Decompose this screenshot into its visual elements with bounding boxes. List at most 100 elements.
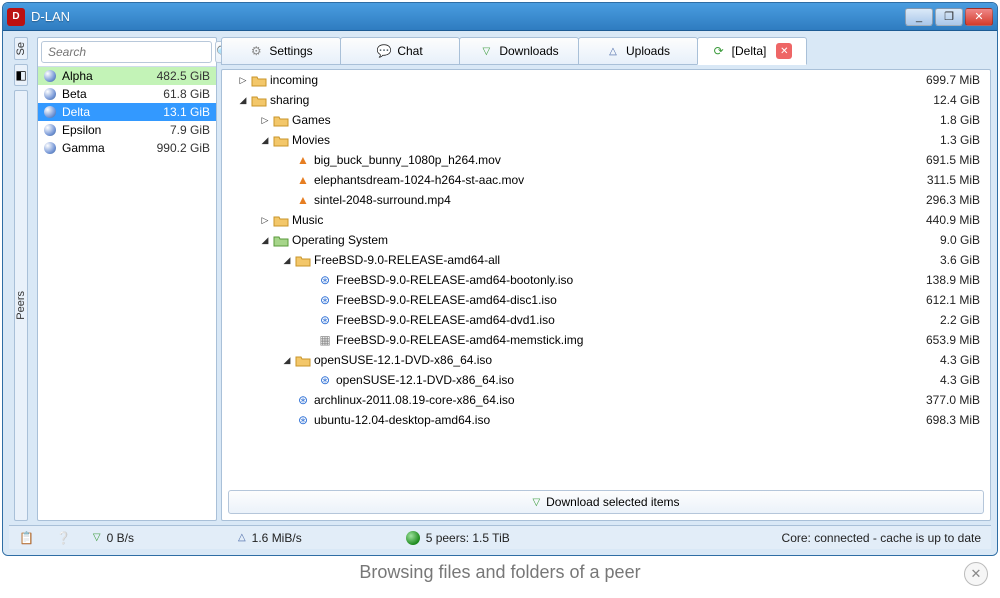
folder-icon <box>272 134 290 147</box>
tree-row[interactable]: ⊛archlinux-2011.08.19-core-x86_64.iso377… <box>222 390 990 410</box>
tree-row[interactable]: ▲elephantsdream-1024-h264-st-aac.mov311.… <box>222 170 990 190</box>
iso-icon: ⊛ <box>316 373 334 387</box>
file-tree[interactable]: ▷incoming699.7 MiB◢sharing12.4 GiB▷Games… <box>222 70 990 484</box>
peer-name: Beta <box>62 87 157 101</box>
tree-row[interactable]: ▷incoming699.7 MiB <box>222 70 990 90</box>
expand-toggle[interactable]: ◢ <box>258 235 272 246</box>
download-selected-button[interactable]: ▽ Download selected items <box>228 490 984 514</box>
tab-chat[interactable]: 💬Chat <box>340 37 460 65</box>
peer-row[interactable]: Beta 61.8 GiB <box>38 85 216 103</box>
file-size: 1.8 GiB <box>940 113 980 127</box>
peer-list: Alpha482.5 GiBBeta61.8 GiBDelta13.1 GiBE… <box>38 67 216 520</box>
peer-row[interactable]: Epsilon 7.9 GiB <box>38 121 216 139</box>
down-speed-icon: ▽ <box>93 532 101 543</box>
tree-row[interactable]: ◢sharing12.4 GiB <box>222 90 990 110</box>
file-size: 653.9 MiB <box>926 333 980 347</box>
file-name: FreeBSD-9.0-RELEASE-amd64-disc1.iso <box>334 293 926 307</box>
iso-icon: ⊛ <box>316 293 334 307</box>
file-size: 12.4 GiB <box>933 93 980 107</box>
peer-size: 990.2 GiB <box>157 141 210 155</box>
peer-size: 61.8 GiB <box>163 87 210 101</box>
file-size: 612.1 MiB <box>926 293 980 307</box>
peer-row[interactable]: Alpha482.5 GiB <box>38 67 216 85</box>
peer-size: 7.9 GiB <box>170 123 210 137</box>
globe-icon <box>406 531 420 545</box>
file-name: FreeBSD-9.0-RELEASE-amd64-bootonly.iso <box>334 273 926 287</box>
tree-row[interactable]: ◢Movies1.3 GiB <box>222 130 990 150</box>
folder-green-icon <box>272 234 290 247</box>
peer-orb-icon <box>44 124 56 136</box>
file-size: 1.3 GiB <box>940 133 980 147</box>
file-size: 4.3 GiB <box>940 353 980 367</box>
help-icon[interactable]: ❔ <box>56 531 71 545</box>
search-input[interactable] <box>41 41 212 63</box>
tree-row[interactable]: ⊛FreeBSD-9.0-RELEASE-amd64-bootonly.iso1… <box>222 270 990 290</box>
expand-toggle[interactable]: ▷ <box>236 75 250 86</box>
file-name: FreeBSD-9.0-RELEASE-amd64-all <box>312 253 940 267</box>
iso-icon: ⊛ <box>294 393 312 407</box>
tree-row[interactable]: ▦FreeBSD-9.0-RELEASE-amd64-memstick.img6… <box>222 330 990 350</box>
file-name: ubuntu-12.04-desktop-amd64.iso <box>312 413 926 427</box>
peer-row[interactable]: Delta13.1 GiB <box>38 103 216 121</box>
peer-name: Gamma <box>62 141 151 155</box>
tree-row[interactable]: ▷ Games1.8 GiB <box>222 110 990 130</box>
file-name: FreeBSD-9.0-RELEASE-amd64-memstick.img <box>334 333 926 347</box>
caption-close-button[interactable]: ✕ <box>964 562 988 586</box>
tab-uploads[interactable]: △Uploads <box>578 37 698 65</box>
expand-toggle[interactable]: ◢ <box>236 95 250 106</box>
maximize-button[interactable]: ❐ <box>935 8 963 26</box>
file-name: Games <box>290 113 940 127</box>
tree-row[interactable]: ◢ openSUSE-12.1-DVD-x86_64.iso4.3 GiB <box>222 350 990 370</box>
tree-row[interactable]: ▷Music440.9 MiB <box>222 210 990 230</box>
iso-icon: ⊛ <box>294 413 312 427</box>
download-icon: ▽ <box>532 497 540 508</box>
up-speed: 1.6 MiB/s <box>252 531 302 545</box>
expand-toggle[interactable]: ◢ <box>258 135 272 146</box>
tab-settings[interactable]: ⚙Settings <box>221 37 341 65</box>
file-name: openSUSE-12.1-DVD-x86_64.iso <box>312 353 940 367</box>
file-name: archlinux-2011.08.19-core-x86_64.iso <box>312 393 926 407</box>
tree-row[interactable]: ⊛ubuntu-12.04-desktop-amd64.iso698.3 MiB <box>222 410 990 430</box>
tabs: ⚙Settings💬Chat▽Downloads△Uploads⟳[Delta]… <box>221 37 991 65</box>
tab-close-icon[interactable]: ✕ <box>776 43 792 59</box>
chat-icon: 💬 <box>377 44 391 58</box>
file-name: Music <box>290 213 926 227</box>
tree-row[interactable]: ⊛openSUSE-12.1-DVD-x86_64.iso4.3 GiB <box>222 370 990 390</box>
folder-icon <box>294 354 312 367</box>
down-icon: ▽ <box>479 44 493 58</box>
close-button[interactable]: ✕ <box>965 8 993 26</box>
file-name: Operating System <box>290 233 940 247</box>
gear-icon: ⚙ <box>249 44 263 58</box>
peer-name: Epsilon <box>62 123 164 137</box>
file-name: incoming <box>268 73 926 87</box>
side-tab-unknown[interactable]: ◧ <box>14 64 27 86</box>
tab-label: Uploads <box>626 44 670 58</box>
tab-label: Downloads <box>499 44 558 58</box>
tree-row[interactable]: ▲sintel-2048-surround.mp4296.3 MiB <box>222 190 990 210</box>
iso-icon: ⊛ <box>316 313 334 327</box>
peer-orb-icon <box>44 88 56 100</box>
tree-row[interactable]: ⊛FreeBSD-9.0-RELEASE-amd64-disc1.iso612.… <box>222 290 990 310</box>
tab-downloads[interactable]: ▽ Downloads <box>459 37 579 65</box>
side-tab-peers[interactable]: Peers <box>14 90 28 521</box>
file-browser: ▷incoming699.7 MiB◢sharing12.4 GiB▷Games… <box>221 69 991 521</box>
tree-row[interactable]: ⊛FreeBSD-9.0-RELEASE-amd64-dvd1.iso2.2 G… <box>222 310 990 330</box>
side-tab-search[interactable]: Se <box>14 37 28 60</box>
expand-toggle[interactable]: ▷ <box>258 115 272 126</box>
peer-size: 13.1 GiB <box>163 105 210 119</box>
file-size: 2.2 GiB <box>940 313 980 327</box>
tab-label: [Delta] <box>732 44 767 58</box>
tree-row[interactable]: ◢Operating System9.0 GiB <box>222 230 990 250</box>
window-titlebar[interactable]: D D-LAN _ ❐ ✕ <box>3 3 997 31</box>
peer-row[interactable]: Gamma 990.2 GiB <box>38 139 216 157</box>
minimize-button[interactable]: _ <box>905 8 933 26</box>
log-icon[interactable]: 📋 <box>19 531 34 545</box>
file-size: 138.9 MiB <box>926 273 980 287</box>
tab-delta[interactable]: ⟳[Delta]✕ <box>697 37 807 65</box>
tree-row[interactable]: ▲big_buck_bunny_1080p_h264.mov691.5 MiB <box>222 150 990 170</box>
expand-toggle[interactable]: ◢ <box>280 255 294 266</box>
vlc-icon: ▲ <box>294 153 312 167</box>
expand-toggle[interactable]: ◢ <box>280 355 294 366</box>
tree-row[interactable]: ◢FreeBSD-9.0-RELEASE-amd64-all3.6 GiB <box>222 250 990 270</box>
expand-toggle[interactable]: ▷ <box>258 215 272 226</box>
